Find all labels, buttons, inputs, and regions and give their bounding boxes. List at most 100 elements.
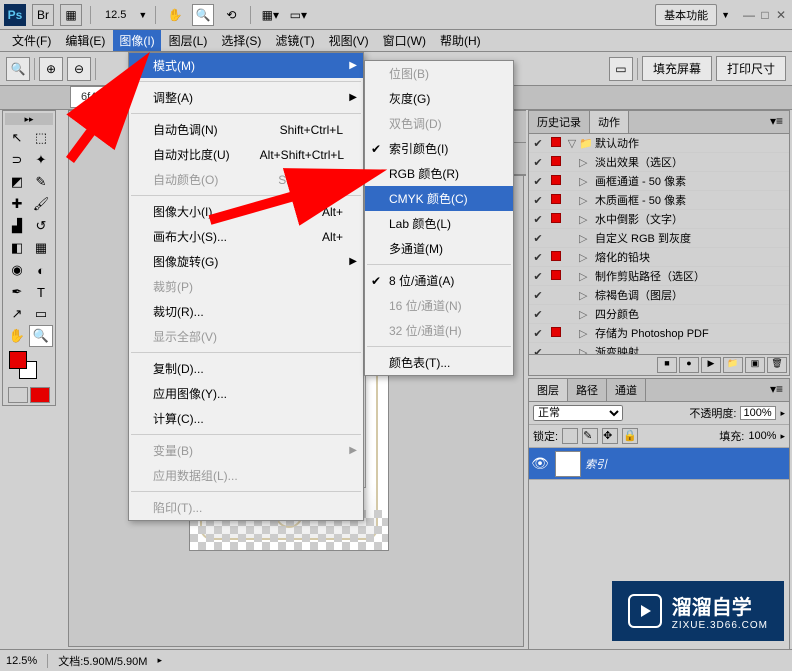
marquee-tool-icon[interactable]: ⬚ <box>29 127 53 149</box>
move-tool-icon[interactable]: ↖ <box>5 127 29 149</box>
rotate-view-icon[interactable]: ⟲ <box>220 4 242 26</box>
action-row[interactable]: ✔▷存储为 Photoshop PDF <box>529 324 789 343</box>
shape-tool-icon[interactable]: ▭ <box>29 303 53 325</box>
menu-item[interactable]: 应用数据组(L)... <box>129 463 363 488</box>
tab-paths[interactable]: 路径 <box>568 379 607 401</box>
menu-item[interactable]: 调整(A)▶ <box>129 85 363 110</box>
action-row[interactable]: ✔▷四分颜色 <box>529 305 789 324</box>
menu-item[interactable]: 模式(M)▶ <box>129 53 363 78</box>
submenu-item[interactable]: 位图(B) <box>365 61 513 86</box>
pen-tool-icon[interactable]: ✒ <box>5 281 29 303</box>
zoom-out-icon[interactable]: ⊖ <box>67 57 91 81</box>
quick-mask-toggle[interactable] <box>5 387 53 403</box>
eyedropper-tool-icon[interactable]: ✎ <box>29 171 53 193</box>
menu-item[interactable]: 自动对比度(U)Alt+Shift+Ctrl+L <box>129 142 363 167</box>
layer-name[interactable]: 索引 <box>585 456 607 472</box>
menu-layer[interactable]: 图层(L) <box>163 30 214 51</box>
record-icon[interactable]: ● <box>679 357 699 373</box>
hand-tool-icon[interactable]: ✋ <box>164 4 186 26</box>
visibility-eye-icon[interactable]: 👁 <box>529 455 551 472</box>
action-row[interactable]: ✔▷木质画框 - 50 像素 <box>529 191 789 210</box>
eraser-tool-icon[interactable]: ◧ <box>5 237 29 259</box>
lock-position-icon[interactable]: ✥ <box>602 428 618 444</box>
panel-menu-icon[interactable]: ▾≡ <box>764 111 789 133</box>
mb-icon[interactable]: ▦ <box>60 4 82 26</box>
menu-image[interactable]: 图像(I) <box>113 30 160 51</box>
gradient-tool-icon[interactable]: ▦ <box>29 237 53 259</box>
menu-item[interactable]: 复制(D)... <box>129 356 363 381</box>
lasso-tool-icon[interactable]: ⊃ <box>5 149 29 171</box>
minimize-icon[interactable]: — <box>742 9 756 21</box>
action-row[interactable]: ✔▷水中倒影（文字） <box>529 210 789 229</box>
submenu-item[interactable]: RGB 颜色(R) <box>365 161 513 186</box>
tool-preset-icon[interactable]: 🔍 <box>6 57 30 81</box>
tab-history[interactable]: 历史记录 <box>529 111 590 133</box>
submenu-item[interactable]: Lab 颜色(L) <box>365 211 513 236</box>
menu-item[interactable]: 计算(C)... <box>129 406 363 431</box>
menu-item[interactable]: 画布大小(S)...Alt+ <box>129 224 363 249</box>
menu-filter[interactable]: 滤镜(T) <box>269 30 320 51</box>
play-icon[interactable]: ▶ <box>701 357 721 373</box>
submenu-item[interactable]: 颜色表(T)... <box>365 350 513 375</box>
fg-color-swatch[interactable] <box>9 351 27 369</box>
document-tab[interactable]: 6f4 <box>70 86 107 108</box>
tab-layers[interactable]: 图层 <box>529 379 568 401</box>
action-row[interactable]: ✔▷画框通道 - 50 像素 <box>529 172 789 191</box>
dodge-tool-icon[interactable]: ◐ <box>29 259 53 281</box>
path-tool-icon[interactable]: ↗ <box>5 303 29 325</box>
toolbox-collapse-icon[interactable]: ▸▸ <box>5 113 53 125</box>
tab-actions[interactable]: 动作 <box>590 111 629 133</box>
brush-tool-icon[interactable]: 🖌 <box>29 193 53 215</box>
submenu-item[interactable]: ✔索引颜色(I) <box>365 136 513 161</box>
action-row[interactable]: ✔▷淡出效果（选区） <box>529 153 789 172</box>
fill-screen-button[interactable]: 填充屏幕 <box>642 56 712 81</box>
action-row[interactable]: ✔▷自定义 RGB 到灰度 <box>529 229 789 248</box>
submenu-item[interactable]: 灰度(G) <box>365 86 513 111</box>
action-row[interactable]: ✔▷熔化的铅块 <box>529 248 789 267</box>
ps-logo-icon[interactable]: Ps <box>4 4 26 26</box>
print-size-button[interactable]: 打印尺寸 <box>716 56 786 81</box>
opt-icon-1[interactable]: ▭ <box>609 57 633 81</box>
lock-pixels-icon[interactable]: ✎ <box>582 428 598 444</box>
submenu-item[interactable]: 多通道(M) <box>365 236 513 261</box>
lock-all-icon[interactable]: 🔒 <box>622 428 638 444</box>
action-row[interactable]: ✔▷渐变映射 <box>529 343 789 354</box>
close-icon[interactable]: ✕ <box>774 9 788 21</box>
submenu-item[interactable]: 32 位/通道(H) <box>365 318 513 343</box>
stop-icon[interactable]: ■ <box>657 357 677 373</box>
actions-folder-row[interactable]: ✔ ▽📁 默认动作 <box>529 134 789 153</box>
new-action-icon[interactable]: ▣ <box>745 357 765 373</box>
type-tool-icon[interactable]: T <box>29 281 53 303</box>
blend-mode-select[interactable]: 正常 <box>533 405 623 421</box>
menu-item[interactable]: 图像大小(I)...Alt+ <box>129 199 363 224</box>
opacity-value[interactable]: 100% <box>740 406 776 420</box>
hand-tool2-icon[interactable]: ✋ <box>5 325 29 347</box>
status-docinfo[interactable]: 文档:5.90M/5.90M <box>58 653 147 669</box>
submenu-item[interactable]: 双色调(D) <box>365 111 513 136</box>
menu-item[interactable]: 应用图像(Y)... <box>129 381 363 406</box>
stamp-tool-icon[interactable]: ▟ <box>5 215 29 237</box>
blur-tool-icon[interactable]: ◉ <box>5 259 29 281</box>
action-row[interactable]: ✔▷棕褐色调（图层） <box>529 286 789 305</box>
menu-file[interactable]: 文件(F) <box>6 30 57 51</box>
submenu-item[interactable]: 16 位/通道(N) <box>365 293 513 318</box>
history-brush-icon[interactable]: ↺ <box>29 215 53 237</box>
healing-tool-icon[interactable]: ✚ <box>5 193 29 215</box>
crop-tool-icon[interactable]: ◩ <box>5 171 29 193</box>
menu-window[interactable]: 窗口(W) <box>377 30 432 51</box>
menu-item[interactable]: 自动色调(N)Shift+Ctrl+L <box>129 117 363 142</box>
menu-edit[interactable]: 编辑(E) <box>59 30 111 51</box>
menu-item[interactable]: 变量(B)▶ <box>129 438 363 463</box>
submenu-item[interactable]: CMYK 颜色(C) <box>365 186 513 211</box>
layer-thumbnail[interactable] <box>555 451 581 477</box>
menu-item[interactable]: 裁切(R)... <box>129 299 363 324</box>
new-set-icon[interactable]: 📁 <box>723 357 743 373</box>
wand-tool-icon[interactable]: ✦ <box>29 149 53 171</box>
bridge-icon[interactable]: Br <box>32 4 54 26</box>
status-zoom[interactable]: 12.5% <box>6 655 37 667</box>
menu-item[interactable]: 自动颜色(O)Shift+Ctrl+B <box>129 167 363 192</box>
fill-value[interactable]: 100% <box>748 430 776 442</box>
menu-item[interactable]: 图像旋转(G)▶ <box>129 249 363 274</box>
zoom-tool-icon[interactable]: 🔍 <box>192 4 214 26</box>
trash-icon[interactable]: 🗑 <box>767 357 787 373</box>
